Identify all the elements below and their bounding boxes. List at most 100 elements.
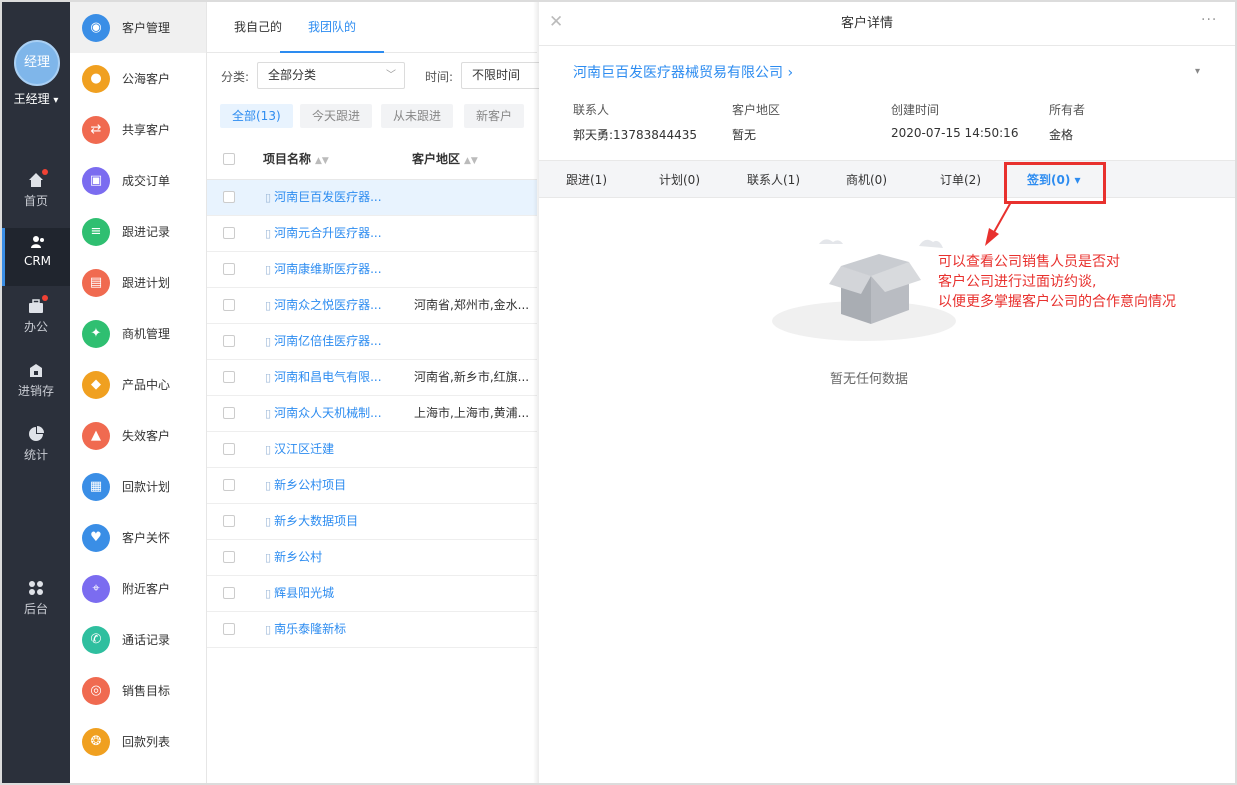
menu-label: 产品中心 xyxy=(122,378,171,392)
row-checkbox[interactable] xyxy=(223,407,235,419)
tab-mine[interactable]: 我自己的 xyxy=(234,2,282,53)
project-name[interactable]: 河南众之悦医疗器... xyxy=(274,298,381,312)
tab-orders[interactable]: 订单(2) xyxy=(940,161,981,199)
nav-label: 首页 xyxy=(23,194,48,208)
menu-item-customers[interactable]: ◉ 客户管理 xyxy=(70,2,206,53)
tab-contacts[interactable]: 联系人(1) xyxy=(747,161,800,199)
chip-today-followup[interactable]: 今天跟进 xyxy=(300,104,373,128)
chip-new-customer[interactable]: 新客户 xyxy=(464,104,525,128)
chip-all[interactable]: 全部(13) xyxy=(220,104,293,128)
menu-item-nearby-customers[interactable]: ⌖ 附近客户 xyxy=(70,563,206,614)
main-nav: 经理 王经理 ▾ 首页 CRM 办公 进销存 统计 后台 xyxy=(2,2,70,783)
row-checkbox[interactable] xyxy=(223,299,235,311)
company-name-link[interactable]: 河南巨百发医疗器械贸易有限公司 › xyxy=(573,62,793,82)
menu-item-sales-target[interactable]: ◎ 销售目标 xyxy=(70,665,206,716)
project-name[interactable]: 南乐泰隆新标 xyxy=(274,622,346,636)
table-row[interactable]: ▯ 河南巨百发医疗器... xyxy=(207,180,537,216)
row-checkbox[interactable] xyxy=(223,371,235,383)
project-name[interactable]: 河南元合升医疗器... xyxy=(274,226,381,240)
table-row[interactable]: ▯ 新乡大数据项目 xyxy=(207,504,537,540)
tab-opportunities[interactable]: 商机(0) xyxy=(846,161,887,199)
menu-item-payment-list[interactable]: ❂ 回款列表 xyxy=(70,716,206,767)
time-select[interactable]: 不限时间 xyxy=(461,62,541,89)
row-checkbox[interactable] xyxy=(223,479,235,491)
nav-item-admin[interactable]: 后台 xyxy=(2,574,70,632)
table-row[interactable]: ▯ 河南康维斯医疗器... xyxy=(207,252,537,288)
row-checkbox[interactable] xyxy=(223,515,235,527)
row-checkbox[interactable] xyxy=(223,263,235,275)
table-row[interactable]: ▯ 河南众人天机械制... 上海市,上海市,黄浦... xyxy=(207,396,537,432)
document-icon: ▯ xyxy=(265,515,272,528)
select-all-checkbox[interactable] xyxy=(223,153,235,165)
project-name[interactable]: 新乡大数据项目 xyxy=(274,514,358,528)
document-icon: ▯ xyxy=(265,299,272,312)
project-name[interactable]: 辉县阳光城 xyxy=(274,586,334,600)
table-row[interactable]: ▯ 南乐泰隆新标 xyxy=(207,612,537,648)
menu-item-call-records[interactable]: ✆ 通话记录 xyxy=(70,614,206,665)
category-select[interactable]: 全部分类 ﹀ xyxy=(257,62,405,89)
row-checkbox[interactable] xyxy=(223,587,235,599)
project-name[interactable]: 河南巨百发医疗器... xyxy=(274,190,381,204)
project-name[interactable]: 新乡公村 xyxy=(274,550,322,564)
chevron-down-icon[interactable]: ▾ xyxy=(1195,66,1200,77)
tab-plan[interactable]: 计划(0) xyxy=(659,161,700,199)
chip-never-followup[interactable]: 从未跟进 xyxy=(381,104,454,128)
menu-item-followup-plan[interactable]: ▤ 跟进计划 xyxy=(70,257,206,308)
nav-item-crm[interactable]: CRM xyxy=(2,228,70,286)
list-icon: ❂ xyxy=(82,727,110,756)
category-filter-label: 分类: xyxy=(221,70,250,84)
column-header-region[interactable]: 客户地区 ▲▼ xyxy=(412,140,478,180)
row-checkbox[interactable] xyxy=(223,443,235,455)
location-pin-icon: ⌖ xyxy=(82,574,110,603)
table-row[interactable]: ▯ 汉江区迁建 xyxy=(207,432,537,468)
care-icon: ♥ xyxy=(82,523,110,552)
phone-icon: ✆ xyxy=(82,625,110,654)
project-name[interactable]: 汉江区迁建 xyxy=(274,442,334,456)
project-name[interactable]: 河南康维斯医疗器... xyxy=(274,262,381,276)
nav-item-inventory[interactable]: 进销存 xyxy=(2,356,70,414)
row-checkbox[interactable] xyxy=(223,623,235,635)
tab-my-team[interactable]: 我团队的 xyxy=(280,2,385,53)
menu-item-products[interactable]: ◆ 产品中心 xyxy=(70,359,206,410)
menu-item-shared-customers[interactable]: ⇄ 共享客户 xyxy=(70,104,206,155)
share-icon: ⇄ xyxy=(82,115,110,144)
row-checkbox[interactable] xyxy=(223,191,235,203)
row-checkbox[interactable] xyxy=(223,227,235,239)
tab-followup[interactable]: 跟进(1) xyxy=(566,161,607,199)
column-label: 客户地区 xyxy=(412,152,461,166)
menu-item-payment-plan[interactable]: ▦ 回款计划 xyxy=(70,461,206,512)
home-icon xyxy=(28,169,48,188)
table-row[interactable]: ▯ 河南和昌电气有限... 河南省,新乡市,红旗... xyxy=(207,360,537,396)
table-row[interactable]: ▯ 河南众之悦医疗器... 河南省,郑州市,金水... xyxy=(207,288,537,324)
avatar[interactable]: 经理 xyxy=(14,40,60,86)
menu-item-lost-customers[interactable]: ▲ 失效客户 xyxy=(70,410,206,461)
nav-item-stats[interactable]: 统计 xyxy=(2,420,70,478)
menu-item-customer-care[interactable]: ♥ 客户关怀 xyxy=(70,512,206,563)
more-icon[interactable]: ··· xyxy=(1201,12,1217,28)
menu-item-public-customers[interactable]: ● 公海客户 xyxy=(70,53,206,104)
table-row[interactable]: ▯ 辉县阳光城 xyxy=(207,576,537,612)
project-name[interactable]: 河南亿倍佳医疗器... xyxy=(274,334,381,348)
project-name[interactable]: 新乡公村项目 xyxy=(274,478,346,492)
nav-label: 办公 xyxy=(23,320,48,334)
table-row[interactable]: ▯ 新乡公村 xyxy=(207,540,537,576)
menu-label: 回款列表 xyxy=(122,735,171,749)
table-row[interactable]: ▯ 河南元合升医疗器... xyxy=(207,216,537,252)
table-row[interactable]: ▯ 新乡公村项目 xyxy=(207,468,537,504)
nav-item-home[interactable]: 首页 xyxy=(2,166,70,224)
row-checkbox[interactable] xyxy=(223,335,235,347)
column-header-project[interactable]: 项目名称 ▲▼ xyxy=(263,140,329,180)
order-icon: ▣ xyxy=(82,166,110,195)
project-name[interactable]: 河南众人天机械制... xyxy=(274,406,381,420)
menu-item-orders[interactable]: ▣ 成交订单 xyxy=(70,155,206,206)
menu-item-followup-records[interactable]: ≡ 跟进记录 xyxy=(70,206,206,257)
row-checkbox[interactable] xyxy=(223,551,235,563)
table-row[interactable]: ▯ 河南亿倍佳医疗器... xyxy=(207,324,537,360)
notification-dot xyxy=(42,295,48,301)
menu-item-opportunities[interactable]: ✦ 商机管理 xyxy=(70,308,206,359)
warehouse-icon xyxy=(28,362,44,378)
user-menu[interactable]: 王经理 ▾ xyxy=(2,90,70,107)
project-name[interactable]: 河南和昌电气有限... xyxy=(274,370,381,384)
crm-icon xyxy=(30,234,46,250)
nav-item-office[interactable]: 办公 xyxy=(2,292,70,350)
